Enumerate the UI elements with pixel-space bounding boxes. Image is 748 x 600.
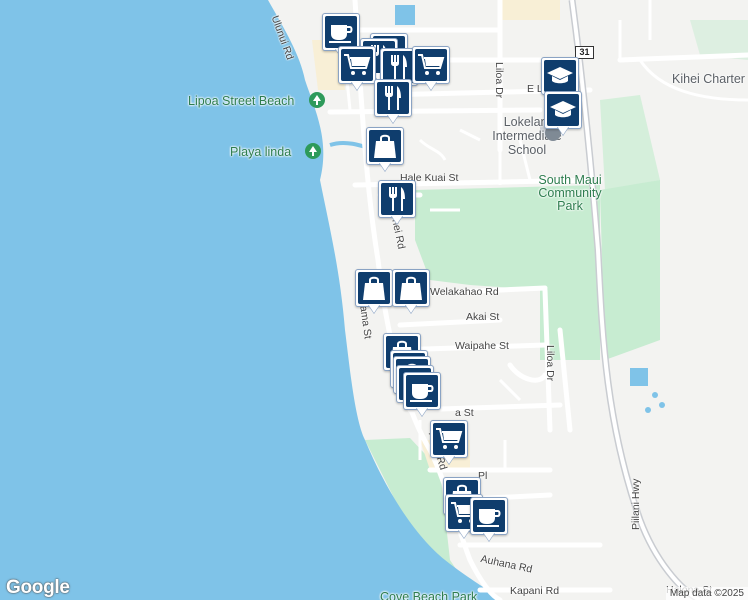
cart-icon <box>433 423 465 455</box>
map-marker-restaurant[interactable] <box>374 79 412 125</box>
cart-icon <box>415 49 447 81</box>
kihei-charter-label[interactable]: Kihei Charter <box>672 72 745 86</box>
shopping-bag-icon <box>369 130 401 162</box>
map-marker-coffee[interactable] <box>470 497 508 543</box>
coffee-icon <box>325 16 357 48</box>
map-marker-shopping[interactable] <box>338 46 376 92</box>
map-marker-store[interactable] <box>392 269 430 315</box>
coffee-icon <box>406 375 438 407</box>
piilani-hwy-label: Piilani Hwy <box>630 478 642 530</box>
beach-park-icon[interactable] <box>309 92 325 108</box>
map-marker-shopping[interactable] <box>412 46 450 92</box>
waipahe-st-label: Waipahe St <box>455 340 509 352</box>
playa-linda-label[interactable]: Playa linda <box>230 145 291 159</box>
akai-st-label: Akai St <box>466 311 500 323</box>
map-marker-store[interactable] <box>366 127 404 173</box>
community-park-label[interactable]: South Maui Community Park <box>527 174 613 213</box>
google-logo: Google <box>6 577 70 598</box>
shopping-bag-icon <box>358 272 390 304</box>
playa-linda-park-icon[interactable] <box>305 143 321 159</box>
map-marker-store[interactable] <box>355 269 393 315</box>
shopping-bag-icon <box>395 272 427 304</box>
map-attribution[interactable]: Map data ©2025 <box>665 587 748 600</box>
graduation-cap-icon <box>544 60 576 92</box>
coffee-icon <box>473 500 505 532</box>
cart-icon <box>341 49 373 81</box>
liloa-dr-north-label: Liloa Dr <box>493 62 505 99</box>
fork-knife-icon <box>377 82 409 114</box>
map-marker-school[interactable] <box>544 91 582 137</box>
map-marker-shopping[interactable] <box>430 420 468 466</box>
street-a-st-label: a St <box>455 407 474 419</box>
cove-beach-park-label[interactable]: Cove Beach Park <box>380 590 477 600</box>
fork-knife-icon <box>381 183 413 215</box>
graduation-cap-icon <box>547 94 579 126</box>
liloa-dr-south-label: Liloa Dr <box>544 345 556 382</box>
map-marker-coffee[interactable] <box>403 372 441 418</box>
kapani-rd-label: Kapani Rd <box>510 585 560 597</box>
lipoa-street-beach-label[interactable]: Lipoa Street Beach <box>188 94 294 108</box>
map-canvas[interactable]: 31 Lipoa Street Beach Playa linda Lokela… <box>0 0 748 600</box>
welakahao-rd-label: Welakahao Rd <box>430 286 499 298</box>
map-marker-restaurant[interactable] <box>378 180 416 226</box>
